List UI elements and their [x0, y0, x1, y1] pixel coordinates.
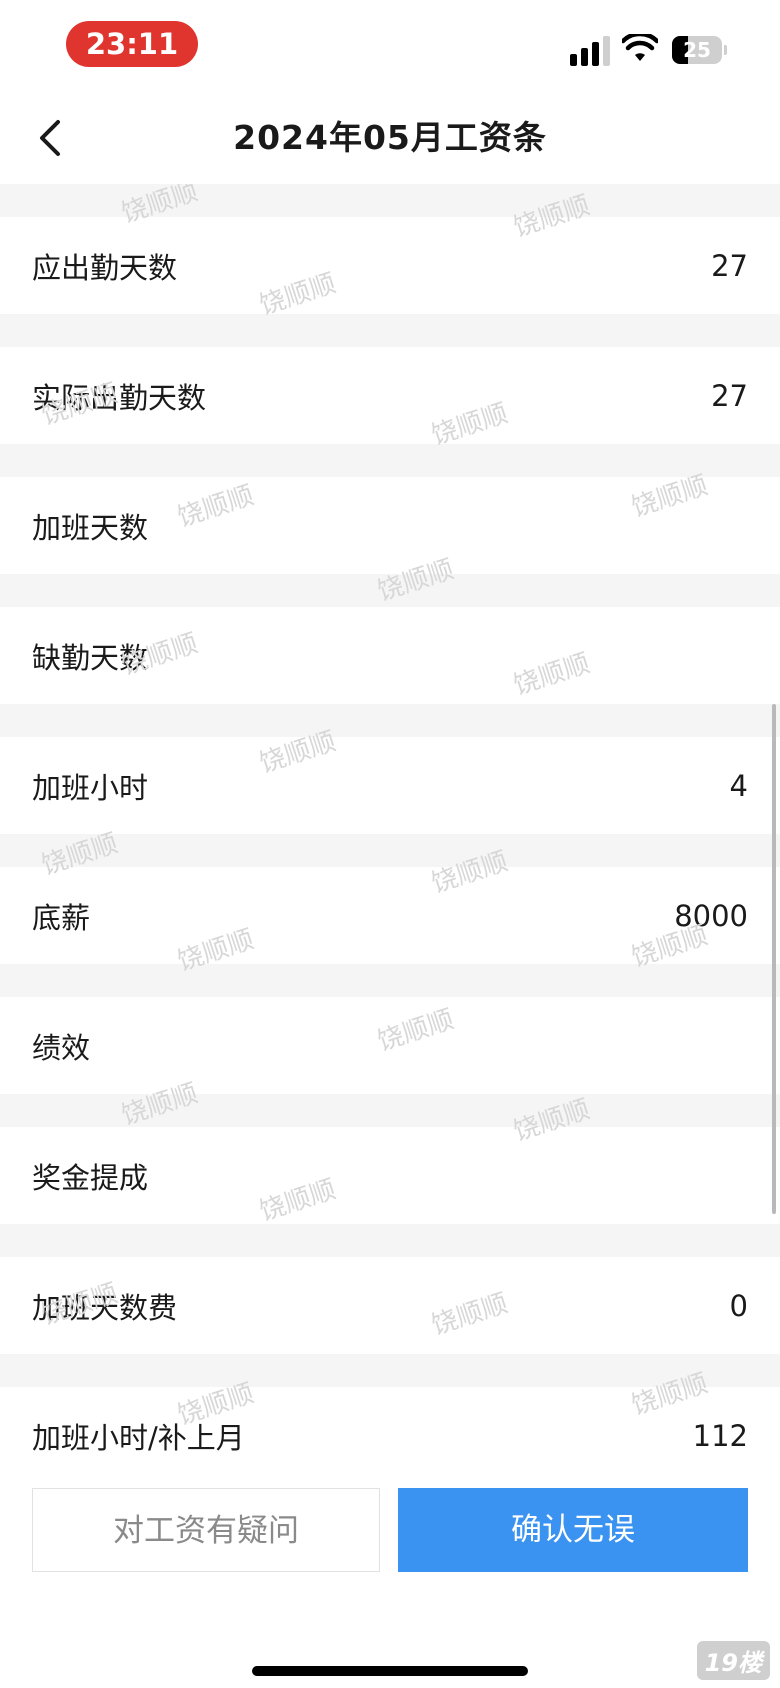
- back-arrow-icon[interactable]: [28, 114, 76, 162]
- list-item: 奖金提成: [0, 1127, 780, 1224]
- item-label: 奖金提成: [32, 1160, 149, 1195]
- list-item: 加班天数: [0, 477, 780, 574]
- item-value: 0: [729, 1288, 748, 1323]
- item-label: 加班天数费: [32, 1290, 178, 1325]
- battery-tip: [724, 45, 727, 55]
- item-value: 27: [711, 248, 748, 283]
- status-time: 23:11: [66, 21, 198, 67]
- list-item: 加班小时/补上月 112: [0, 1387, 780, 1472]
- payslip-list: 应出勤天数 27 实际出勤天数 27 加班天数 缺勤天数 加班小时 4 底薪 8…: [0, 184, 780, 1472]
- item-label: 实际出勤天数: [32, 380, 207, 415]
- footer: 对工资有疑问 确认无误 19楼: [0, 1472, 780, 1688]
- list-item: 应出勤天数 27: [0, 217, 780, 314]
- item-value: 112: [692, 1418, 748, 1453]
- item-label: 加班天数: [32, 510, 149, 545]
- confirm-button[interactable]: 确认无误: [398, 1488, 748, 1572]
- page-title: 2024年05月工资条: [233, 118, 547, 157]
- list-item: 加班小时 4: [0, 737, 780, 834]
- item-label: 应出勤天数: [32, 250, 178, 285]
- status-bar: 23:11 25: [0, 0, 780, 92]
- list-item: 底薪 8000: [0, 867, 780, 964]
- wifi-icon: [622, 34, 658, 61]
- battery-level: 25: [683, 38, 711, 62]
- list-item: 实际出勤天数 27: [0, 347, 780, 444]
- item-label: 绩效: [32, 1030, 91, 1065]
- battery-icon: 25: [672, 36, 722, 64]
- scrollbar[interactable]: [772, 704, 776, 1214]
- site-logo: 19楼: [696, 1641, 770, 1680]
- question-button[interactable]: 对工资有疑问: [32, 1488, 380, 1572]
- list-item: 绩效: [0, 997, 780, 1094]
- list-item: 加班天数费 0: [0, 1257, 780, 1354]
- item-label: 缺勤天数: [32, 640, 149, 675]
- nav-bar: 2024年05月工资条: [0, 92, 780, 184]
- item-value: 8000: [674, 898, 748, 933]
- item-value: 27: [711, 378, 748, 413]
- item-label: 加班小时/补上月: [32, 1420, 245, 1455]
- item-value: 4: [729, 768, 748, 803]
- item-label: 底薪: [32, 900, 91, 935]
- list-item: 缺勤天数: [0, 607, 780, 704]
- cellular-signal-icon: [570, 36, 612, 66]
- home-indicator[interactable]: [252, 1666, 528, 1676]
- item-label: 加班小时: [32, 770, 149, 805]
